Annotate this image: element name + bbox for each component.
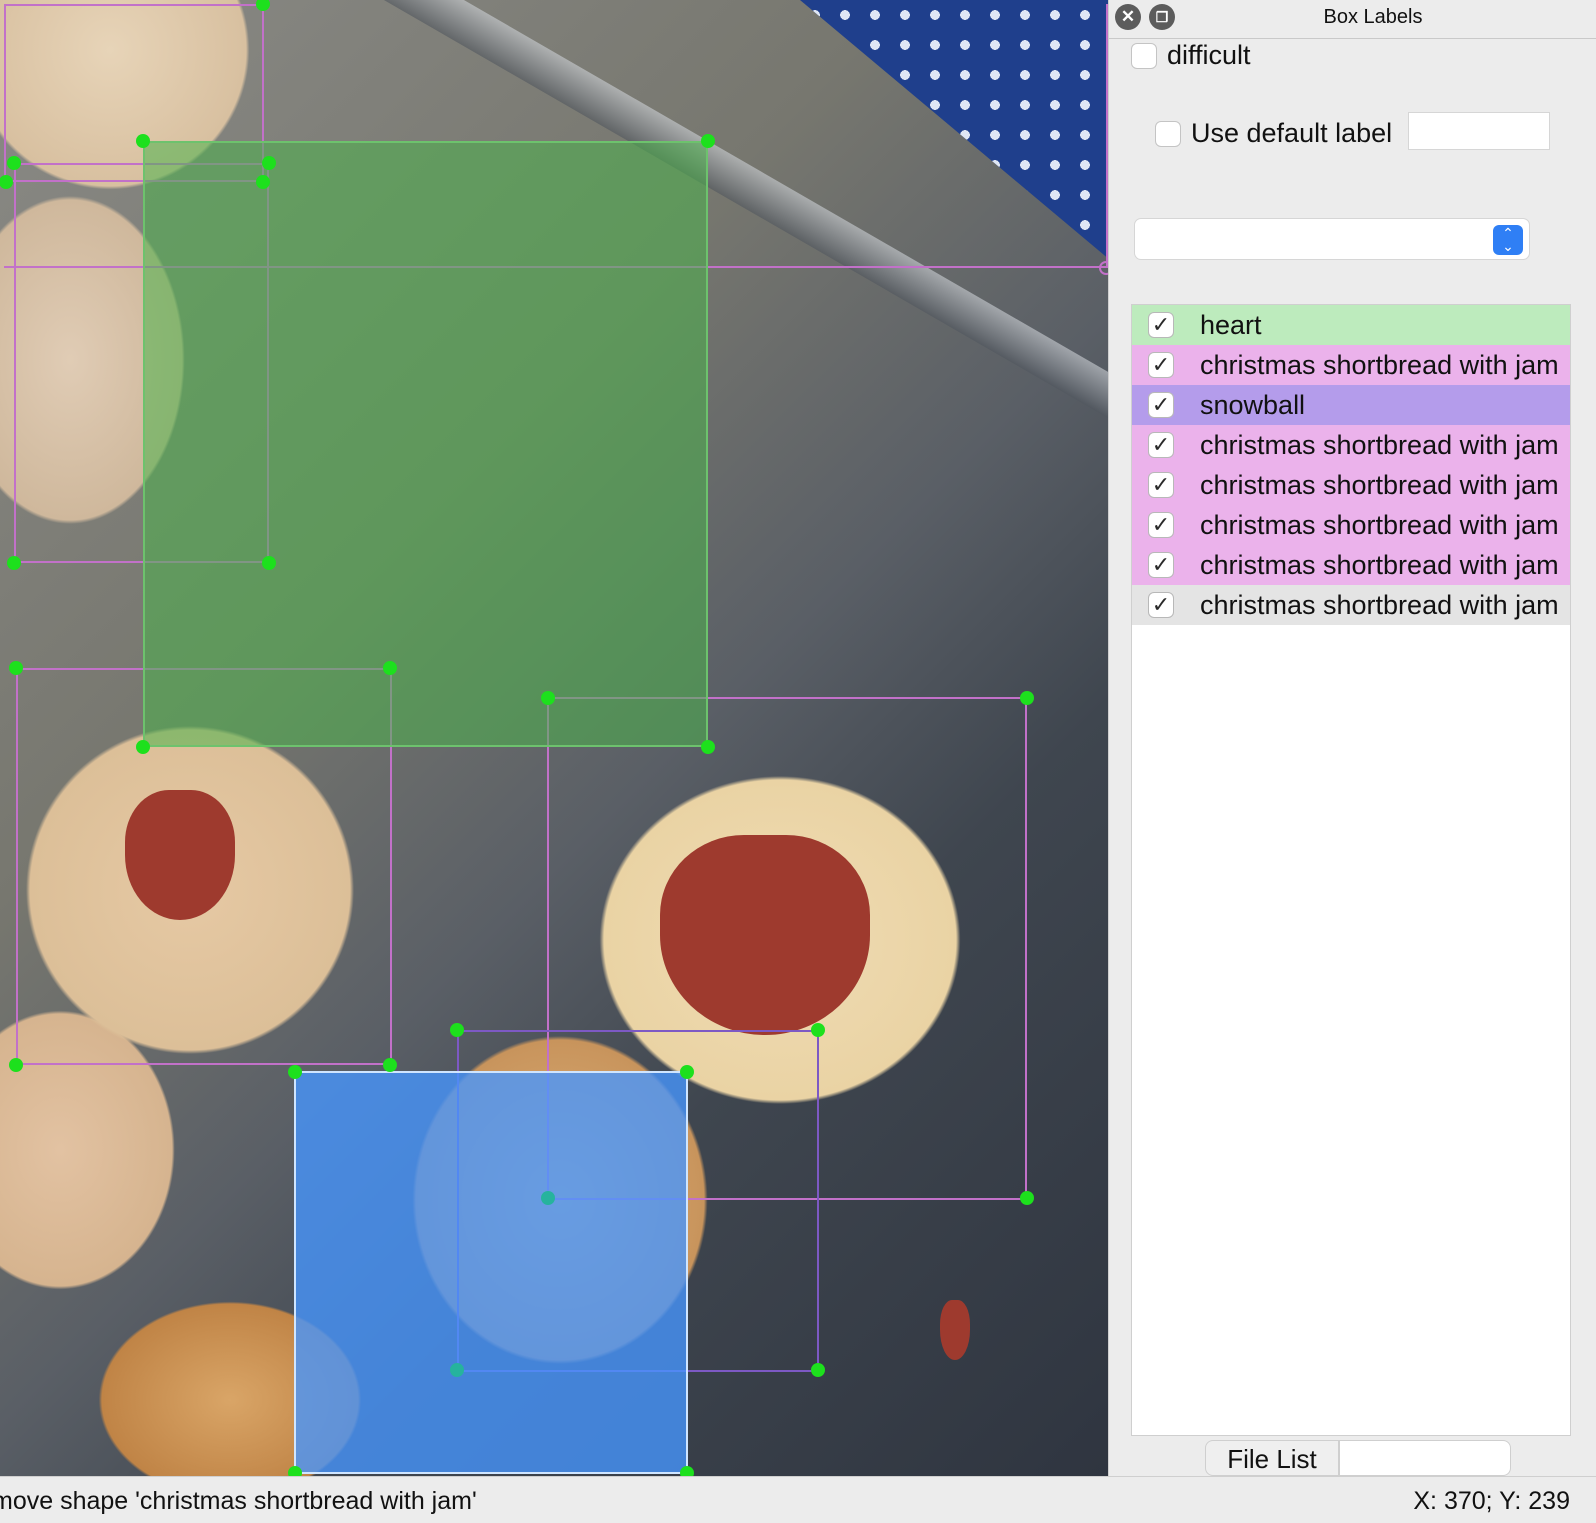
shape-handle[interactable] [680,1065,694,1079]
checkmark-icon[interactable]: ✓ [1148,392,1174,418]
difficult-checkbox-row[interactable]: difficult [1131,40,1251,71]
difficult-checkbox[interactable] [1131,42,1157,69]
shape-handle[interactable] [9,661,23,675]
dock-tabbar: File List [1109,1438,1596,1476]
shape-handle[interactable] [1020,691,1034,705]
label-list[interactable]: ✓ heart ✓ christmas shortbread with jam ✓ sno… [1131,304,1571,1436]
label-list-item[interactable]: ✓ christmas shortbread with jam [1132,465,1570,505]
label-list-item[interactable]: ✓ snowball [1132,385,1570,425]
shape-handle[interactable] [811,1363,825,1377]
checkmark-icon[interactable]: ✓ [1148,312,1174,338]
label-list-item[interactable]: ✓ christmas shortbread with jam [1132,545,1570,585]
box-snowball[interactable] [294,1071,688,1474]
box-labels-panel: ✕ ❐ Box Labels difficult Use default lab… [1108,0,1596,1476]
shape-handle[interactable] [262,556,276,570]
panel-titlebar: ✕ ❐ Box Labels [1109,0,1596,39]
shape-handle[interactable] [256,175,270,189]
checkmark-icon[interactable]: ✓ [1148,432,1174,458]
label-list-item-text: christmas shortbread with jam [1200,349,1559,380]
checkmark-icon[interactable]: ✓ [1148,512,1174,538]
checkmark-icon[interactable]: ✓ [1148,352,1174,378]
shape-handle[interactable] [450,1023,464,1037]
box-heart[interactable] [143,141,708,747]
shape-handle[interactable] [288,1065,302,1079]
label-list-item[interactable]: ✓ christmas shortbread with jam [1132,345,1570,385]
status-bar: move shape 'christmas shortbread with ja… [0,1476,1596,1523]
shape-handle[interactable] [7,156,21,170]
image-canvas[interactable] [0,0,1108,1476]
difficult-label: difficult [1167,40,1251,70]
use-default-label-row[interactable]: Use default label [1155,118,1392,149]
shape-handle[interactable] [541,1191,555,1205]
cursor-coordinates: X: 370; Y: 239 [1413,1487,1570,1515]
panel-title: Box Labels [1323,6,1423,28]
shape-handle[interactable] [701,134,715,148]
shape-handle[interactable] [7,556,21,570]
shape-handle[interactable] [262,156,276,170]
checkmark-icon[interactable]: ✓ [1148,592,1174,618]
label-list-item-text: snowball [1200,389,1306,420]
shape-handle[interactable] [1020,1191,1034,1205]
use-default-label-checkbox[interactable] [1155,120,1181,147]
jam-crumb [940,1300,970,1360]
tab-box-labels[interactable] [1339,1440,1511,1476]
checkmark-icon[interactable]: ✓ [1148,472,1174,498]
label-list-item-text: christmas shortbread with jam [1200,509,1559,540]
shape-handle[interactable] [701,740,715,754]
label-list-item-text: christmas shortbread with jam [1200,429,1559,460]
shape-handle[interactable] [450,1363,464,1377]
shape-handle[interactable] [383,661,397,675]
shape-handle[interactable] [136,134,150,148]
up-down-chevron-icon[interactable]: ⌃ ⌄ [1493,225,1523,255]
status-message: move shape 'christmas shortbread with ja… [0,1487,477,1515]
shape-handle[interactable] [288,1466,302,1476]
label-list-item[interactable]: ✓ christmas shortbread with jam [1132,425,1570,465]
label-list-item[interactable]: ✓ christmas shortbread with jam [1132,585,1570,625]
use-default-label-text: Use default label [1191,118,1393,148]
checkmark-icon[interactable]: ✓ [1148,552,1174,578]
label-list-item-text: christmas shortbread with jam [1200,549,1559,580]
shape-handle[interactable] [541,691,555,705]
label-combo[interactable]: ⌃ ⌄ [1134,218,1530,260]
label-list-item[interactable]: ✓ christmas shortbread with jam [1132,505,1570,545]
shape-handle[interactable] [9,1058,23,1072]
label-list-item-text: christmas shortbread with jam [1200,589,1559,620]
label-list-item[interactable]: ✓ heart [1132,305,1570,345]
shape-handle[interactable] [680,1466,694,1476]
tab-file-list[interactable]: File List [1205,1440,1339,1476]
label-list-item-text: heart [1200,309,1262,340]
label-list-item-text: christmas shortbread with jam [1200,469,1559,500]
shape-handle[interactable] [136,740,150,754]
default-label-input[interactable] [1408,112,1550,150]
shape-handle[interactable] [811,1023,825,1037]
shape-handle[interactable] [1099,261,1108,275]
shape-handle[interactable] [383,1058,397,1072]
